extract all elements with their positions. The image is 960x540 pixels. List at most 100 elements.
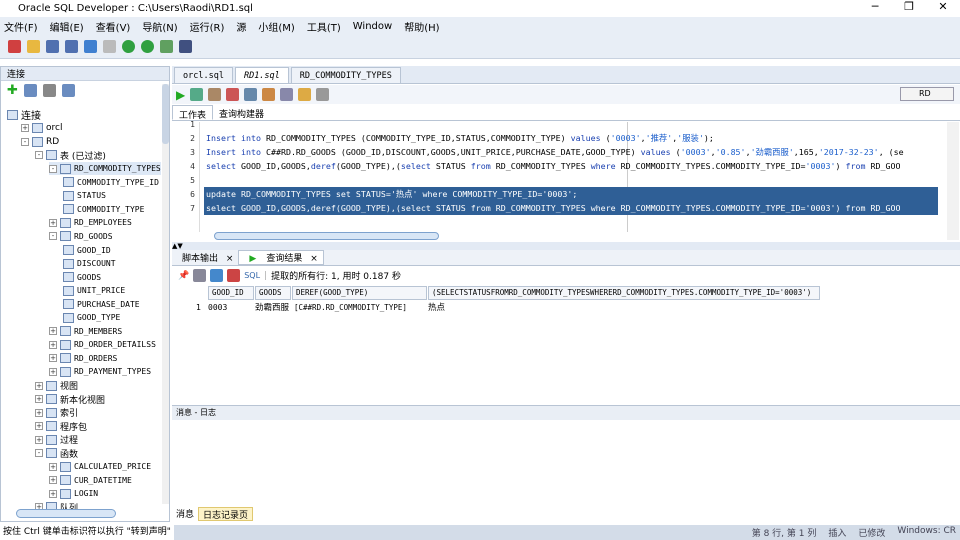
collapse-icon[interactable]: -	[35, 151, 43, 160]
column-header[interactable]: (SELECTSTATUSFROMRD_COMMODITY_TYPESWHERE…	[428, 286, 820, 300]
tree-item[interactable]: GOOD_TYPE	[63, 311, 120, 324]
expand-icon[interactable]: +	[35, 435, 43, 444]
expand-icon[interactable]: +	[35, 408, 43, 417]
back-icon[interactable]	[122, 40, 135, 53]
tree-item[interactable]: + 视图	[35, 379, 78, 392]
expand-icon[interactable]: +	[49, 354, 57, 363]
monitor-icon[interactable]	[179, 40, 192, 53]
tree-item[interactable]: + RD_PAYMENT_TYPES	[49, 365, 151, 378]
menu-item[interactable]: Window	[353, 21, 392, 32]
cell-goods[interactable]: 劲霸西服	[255, 301, 289, 315]
tree-item[interactable]: + RD_ORDERS	[49, 352, 117, 365]
add-connection-icon[interactable]: ✚	[7, 83, 18, 98]
expand-icon[interactable]: +	[49, 327, 57, 336]
menu-item[interactable]: 查看(V)	[96, 19, 131, 34]
results-grid[interactable]: GOOD_ID GOODS DEREF(GOOD_TYPE) (SELECTST…	[172, 286, 960, 400]
forward-icon[interactable]	[141, 40, 154, 53]
code-line[interactable]: select GOOD_ID,GOODS,deref(GOOD_TYPE),(s…	[204, 201, 938, 215]
tab-query-result[interactable]: ▶ 查询结果 ×	[238, 250, 324, 265]
tree-vertical-scrollbar[interactable]	[162, 84, 169, 504]
tree-item[interactable]: - RD	[21, 135, 59, 148]
editor-tab[interactable]: RD1.sql	[234, 67, 289, 83]
tree-item[interactable]: + orcl	[21, 122, 62, 135]
code-line[interactable]	[206, 117, 938, 131]
migration-icon[interactable]	[160, 40, 173, 53]
print-icon[interactable]	[193, 269, 207, 282]
run-script-icon[interactable]	[190, 88, 204, 101]
editor-horizontal-scrollbar[interactable]	[200, 232, 945, 241]
menu-item[interactable]: 小组(M)	[258, 19, 294, 34]
sql-editor[interactable]: 1 2 3 4 5 6 7 Insert into RD_COMMODITY_TYPES (…	[172, 120, 947, 232]
export-icon[interactable]	[227, 269, 241, 282]
tree-item[interactable]: - RD_COMMODITY_TYPES	[49, 162, 161, 176]
tree-item[interactable]: COMMODITY_TYPE_ID	[63, 176, 159, 189]
menu-item[interactable]: 文件(F)	[4, 19, 38, 34]
tree-item[interactable]: + RD_MEMBERS	[49, 325, 122, 338]
tree-item[interactable]: UNIT_PRICE	[63, 284, 125, 297]
cell-status[interactable]: 热点	[428, 301, 445, 315]
collapse-icon[interactable]: -	[49, 164, 57, 173]
tree-item[interactable]: + RD_ORDER_DETAILSS	[49, 338, 156, 351]
maximize-button[interactable]: ❐	[892, 0, 926, 13]
tree-item[interactable]: PURCHASE_DATE	[63, 298, 140, 311]
tab-script-output[interactable]: 脚本输出 ×	[172, 251, 238, 264]
tab-logging-page[interactable]: 日志记录页	[198, 507, 254, 521]
expand-icon[interactable]: +	[49, 340, 57, 349]
editor-tab[interactable]: RD_COMMODITY_TYPES	[290, 67, 401, 83]
new-icon[interactable]	[8, 40, 21, 53]
menu-item[interactable]: 运行(R)	[190, 19, 225, 34]
connection-select[interactable]: RD	[900, 87, 954, 101]
collapse-icon[interactable]: -	[35, 449, 43, 458]
tree-item[interactable]: + 新本化视图	[35, 393, 105, 406]
redo-icon[interactable]	[103, 40, 116, 53]
tree-item[interactable]: + CALCULATED_PRICE	[49, 460, 151, 473]
tree-item[interactable]: + LOGIN	[49, 487, 98, 500]
expand-icon[interactable]: +	[21, 124, 29, 133]
tree-item[interactable]: - 表 (已过滤)	[35, 149, 106, 162]
explain-plan-icon[interactable]	[244, 88, 258, 101]
expand-icon[interactable]: +	[49, 218, 57, 227]
pin-icon[interactable]: 📌	[178, 271, 189, 281]
tree-item[interactable]: + 程序包	[35, 420, 87, 433]
tree-item[interactable]: GOODS	[63, 271, 101, 284]
collapse-icon[interactable]: -	[21, 137, 29, 146]
tree-item[interactable]: 连接	[7, 108, 41, 122]
format-icon[interactable]	[280, 88, 294, 101]
expand-icon[interactable]: +	[49, 462, 57, 471]
collapse-icon[interactable]: -	[49, 232, 57, 241]
open-icon[interactable]	[27, 40, 40, 53]
column-header[interactable]: GOODS	[255, 286, 291, 300]
menu-item[interactable]: 源	[236, 19, 246, 34]
expand-icon[interactable]: +	[49, 476, 57, 485]
save-icon[interactable]	[46, 40, 59, 53]
schema-browser-icon[interactable]	[61, 83, 75, 97]
tab-messages[interactable]: 消息	[172, 507, 198, 521]
close-button[interactable]: ✕	[926, 0, 960, 13]
tree-item[interactable]: + 索引	[35, 406, 78, 419]
refresh-icon[interactable]	[210, 269, 224, 282]
tree-item[interactable]: + CUR_DATETIME	[49, 474, 132, 487]
cell-deref[interactable]: [C##RD.RD_COMMODITY_TYPE]	[294, 301, 407, 315]
sql-button[interactable]: SQL	[244, 271, 260, 280]
expand-icon[interactable]: +	[35, 395, 43, 404]
code-line[interactable]: select GOOD_ID,GOODS,deref(GOOD_TYPE),(s…	[206, 159, 938, 173]
tools-icon[interactable]	[316, 88, 330, 101]
tree-item[interactable]: - RD_GOODS	[49, 230, 113, 243]
editor-vertical-scrollbar[interactable]	[947, 122, 959, 240]
tree-item[interactable]: + 过程	[35, 433, 78, 446]
editor-tab[interactable]: orcl.sql	[174, 67, 233, 83]
tree-item[interactable]: DISCOUNT	[63, 257, 116, 270]
menu-item[interactable]: 编辑(E)	[50, 19, 84, 34]
clear-icon[interactable]	[298, 88, 312, 101]
expand-icon[interactable]: +	[49, 367, 57, 376]
column-header[interactable]: GOOD_ID	[208, 286, 254, 300]
tree-item[interactable]: + RD_EMPLOYEES	[49, 216, 132, 229]
tree-item[interactable]: STATUS	[63, 189, 106, 202]
rollback-icon[interactable]	[226, 88, 240, 101]
tree-item[interactable]: GOOD_ID	[63, 244, 111, 257]
column-header[interactable]: DEREF(GOOD_TYPE)	[292, 286, 427, 300]
code-line[interactable]	[206, 173, 938, 187]
cell-good-id[interactable]: 0003	[208, 301, 227, 315]
menu-item[interactable]: 导航(N)	[142, 19, 177, 34]
minimize-button[interactable]: ─	[858, 0, 892, 13]
